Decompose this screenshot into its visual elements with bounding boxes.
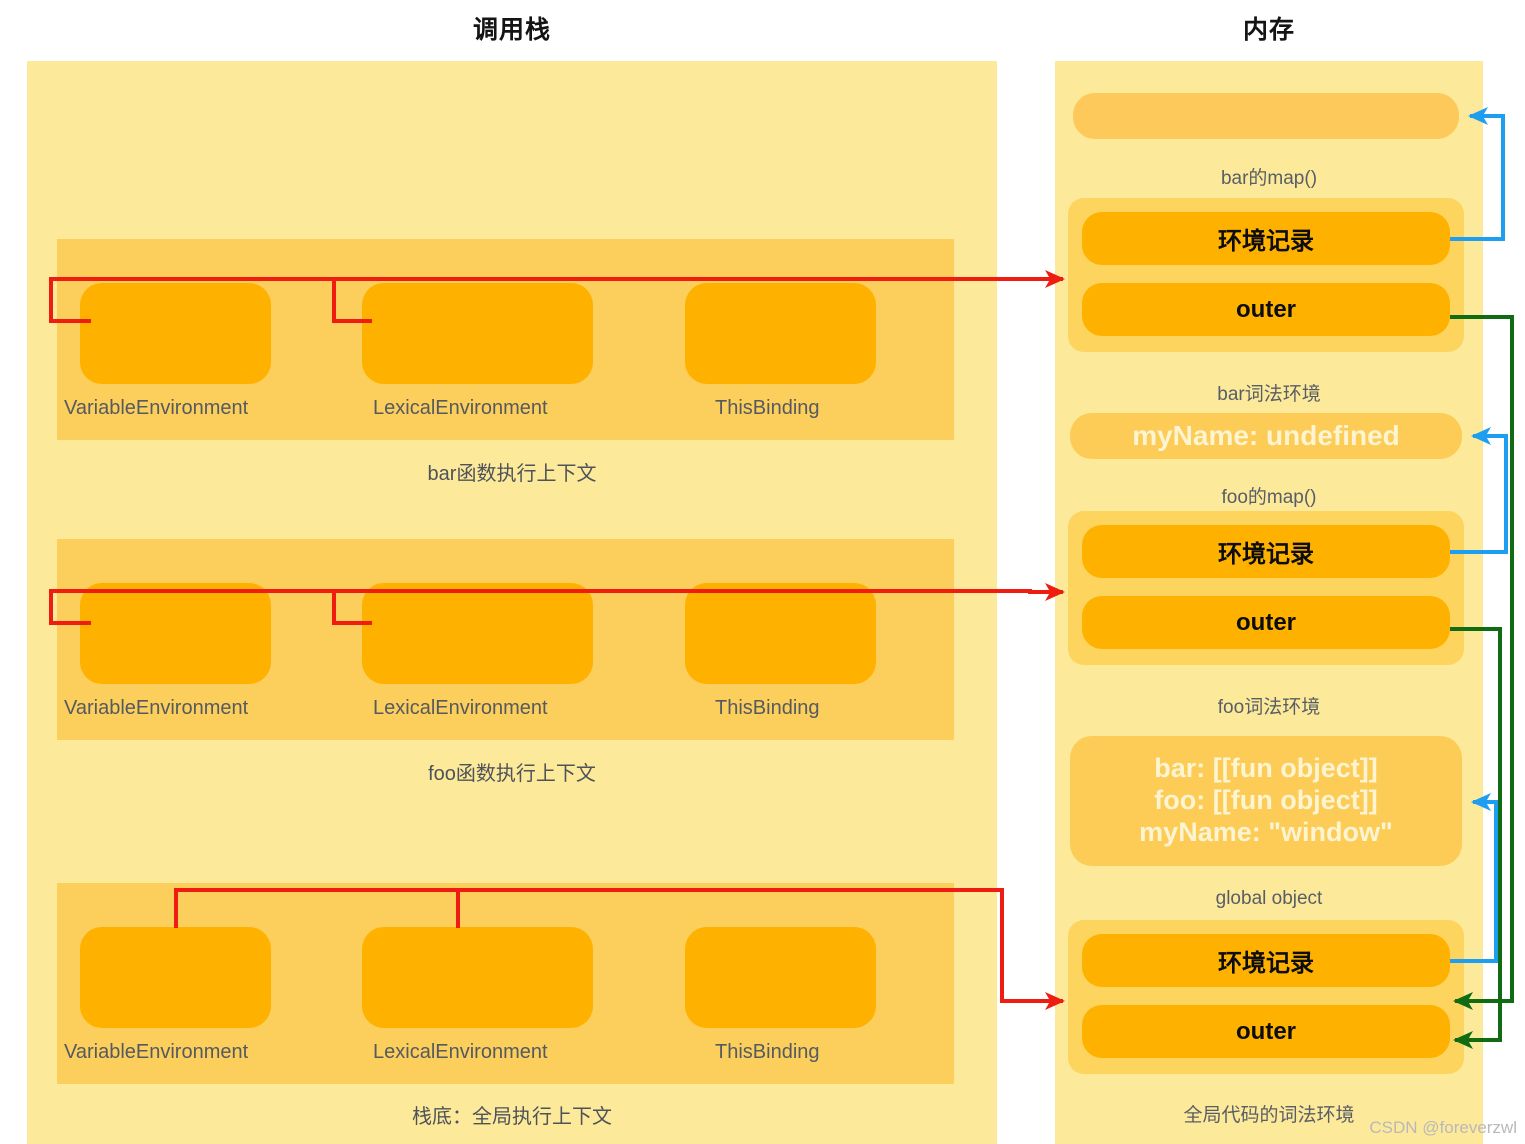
memory-block-global-object[interactable]: bar: [[fun object]] foo: [[fun object]] … [1070,736,1462,866]
memory-block-bar-map[interactable] [1073,93,1459,139]
memory-caption-global-object: global object [1215,888,1323,909]
execution-context-caption-foo: foo函数执行上下文 [428,763,596,785]
call-stack-column-title: 调用栈 [472,16,551,44]
slot-this-binding-bar[interactable] [685,283,876,384]
memory-pill-environment-record-global[interactable]: 环境记录 [1082,934,1450,987]
memory-caption-bar-map: bar的map() [1220,168,1318,189]
execution-context-frame-global: VariableEnvironment LexicalEnvironment T… [57,883,954,1084]
slot-label-lexical-environment-foo: LexicalEnvironment [373,697,548,719]
slot-label-this-binding-foo: ThisBinding [715,697,820,719]
slot-variable-environment-foo[interactable] [80,583,271,684]
slot-label-this-binding-global: ThisBinding [715,1041,820,1063]
slot-label-variable-environment-foo: VariableEnvironment [64,697,249,719]
slot-label-variable-environment-global: VariableEnvironment [64,1041,249,1063]
execution-context-frame-foo: VariableEnvironment LexicalEnvironment T… [57,539,954,740]
slot-label-variable-environment-bar: VariableEnvironment [64,397,249,419]
memory-pill-environment-record-foo[interactable]: 环境记录 [1082,525,1450,578]
slot-this-binding-foo[interactable] [685,583,876,684]
execution-context-caption-bar: bar函数执行上下文 [427,463,597,485]
memory-group-bar-lexical-environment: 环境记录 outer [1068,198,1464,352]
slot-lexical-environment-global[interactable] [362,927,593,1028]
memory-pill-outer-bar[interactable]: outer [1082,283,1450,336]
slot-label-lexical-environment-bar: LexicalEnvironment [373,397,548,419]
slot-label-lexical-environment-global: LexicalEnvironment [373,1041,548,1063]
memory-caption-foo-map: foo的map() [1221,487,1317,508]
slot-variable-environment-global[interactable] [80,927,271,1028]
memory-column-title: 内存 [1242,16,1295,44]
memory-pill-environment-record-bar[interactable]: 环境记录 [1082,212,1450,265]
memory-block-foo-map[interactable]: myName: undefined [1070,413,1462,459]
memory-group-global-lexical-environment: 环境记录 outer [1068,920,1464,1074]
memory-caption-foo-lexical-environment: foo词法环境 [1217,697,1321,718]
memory-caption-bar-lexical-environment: bar词法环境 [1217,384,1321,405]
slot-label-this-binding-bar: ThisBinding [715,397,820,419]
execution-context-caption-global: 栈底：全局执行上下文 [412,1106,612,1128]
slot-lexical-environment-foo[interactable] [362,583,593,684]
execution-context-frame-bar: VariableEnvironment LexicalEnvironment T… [57,239,954,440]
memory-pill-outer-foo[interactable]: outer [1082,596,1450,649]
lexical-environment-diagram: 调用栈 内存 VariableEnvironment LexicalEnviro… [0,0,1525,1144]
csdn-watermark: CSDN @foreverzwl [1369,1118,1517,1137]
memory-pill-outer-global[interactable]: outer [1082,1005,1450,1058]
memory-group-foo-lexical-environment: 环境记录 outer [1068,511,1464,665]
slot-this-binding-global[interactable] [685,927,876,1028]
slot-lexical-environment-bar[interactable] [362,283,593,384]
slot-variable-environment-bar[interactable] [80,283,271,384]
